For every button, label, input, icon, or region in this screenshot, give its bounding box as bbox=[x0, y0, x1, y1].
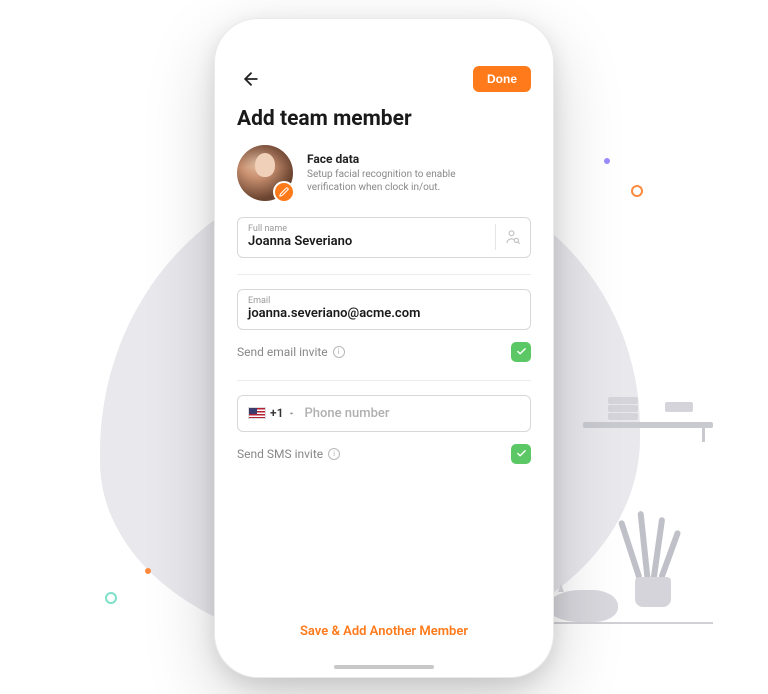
sms-invite-row: Send SMS invite i bbox=[237, 444, 531, 464]
email-invite-label: Send email invite i bbox=[237, 345, 345, 359]
page-title: Add team member bbox=[237, 107, 531, 131]
arrow-left-icon bbox=[241, 69, 261, 89]
person-search-icon bbox=[504, 228, 522, 246]
home-indicator bbox=[334, 665, 434, 669]
face-data-description: Setup facial recognition to enable verif… bbox=[307, 168, 487, 195]
sms-invite-label: Send SMS invite i bbox=[237, 447, 340, 461]
avatar-container bbox=[237, 145, 293, 201]
done-button[interactable]: Done bbox=[473, 66, 531, 92]
info-icon[interactable]: i bbox=[328, 448, 340, 460]
full-name-label: Full name bbox=[248, 224, 520, 234]
check-icon bbox=[516, 448, 527, 459]
decorative-dot bbox=[604, 158, 610, 164]
email-invite-text: Send email invite bbox=[237, 345, 328, 359]
face-data-text: Face data Setup facial recognition to en… bbox=[307, 152, 487, 195]
background-illustration bbox=[533, 392, 713, 642]
phone-input[interactable]: Phone number bbox=[304, 406, 389, 421]
contact-picker-button[interactable] bbox=[495, 224, 522, 250]
save-add-another-button[interactable]: Save & Add Another Member bbox=[237, 610, 531, 657]
pencil-icon bbox=[279, 187, 289, 197]
check-icon bbox=[516, 346, 527, 357]
chevron-down-icon bbox=[287, 409, 296, 418]
country-code-selector[interactable]: +1 bbox=[248, 406, 296, 420]
decorative-dot bbox=[145, 568, 151, 574]
back-button[interactable] bbox=[237, 65, 265, 93]
sms-invite-text: Send SMS invite bbox=[237, 447, 323, 461]
divider bbox=[237, 274, 531, 275]
decorative-circle bbox=[105, 592, 117, 604]
email-invite-row: Send email invite i bbox=[237, 342, 531, 362]
sms-invite-toggle[interactable] bbox=[511, 444, 531, 464]
full-name-input[interactable]: Joanna Severiano bbox=[248, 234, 520, 251]
divider bbox=[237, 380, 531, 381]
face-data-section: Face data Setup facial recognition to en… bbox=[237, 145, 531, 201]
decorative-circle bbox=[631, 185, 643, 197]
email-input[interactable]: joanna.severiano@acme.com bbox=[248, 306, 520, 323]
us-flag-icon bbox=[248, 407, 266, 419]
email-invite-toggle[interactable] bbox=[511, 342, 531, 362]
edit-avatar-button[interactable] bbox=[273, 181, 295, 203]
email-field[interactable]: Email joanna.severiano@acme.com bbox=[237, 289, 531, 330]
phone-frame: Done Add team member Face data Setup fac… bbox=[214, 18, 554, 678]
top-bar: Done bbox=[237, 65, 531, 93]
email-label: Email bbox=[248, 296, 520, 306]
info-icon[interactable]: i bbox=[333, 346, 345, 358]
phone-notch bbox=[309, 19, 459, 43]
full-name-field[interactable]: Full name Joanna Severiano bbox=[237, 217, 531, 258]
country-code-text: +1 bbox=[270, 406, 283, 420]
face-data-heading: Face data bbox=[307, 152, 487, 166]
app-screen: Done Add team member Face data Setup fac… bbox=[215, 47, 553, 657]
phone-field[interactable]: +1 Phone number bbox=[237, 395, 531, 432]
